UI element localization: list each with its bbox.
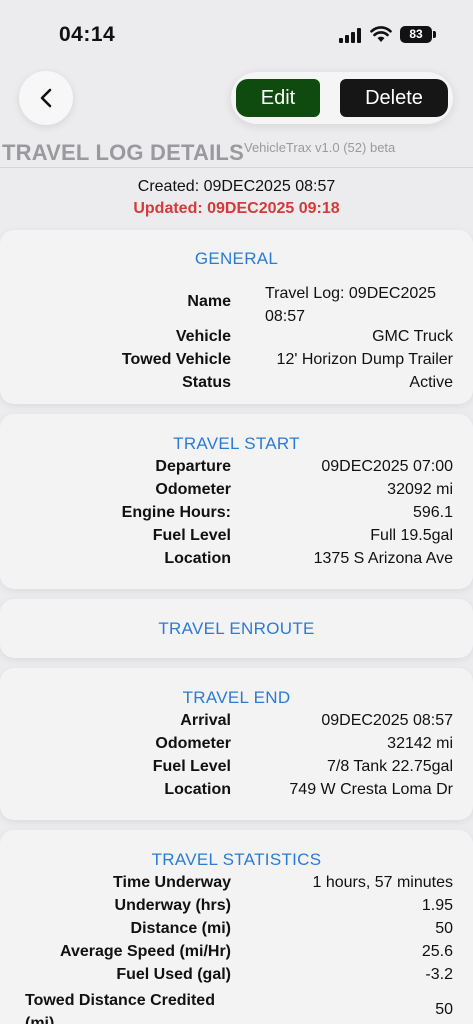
end-location-label: Location xyxy=(164,781,231,798)
average-speed-value: 25.6 xyxy=(421,943,453,960)
status-value: Active xyxy=(409,374,453,391)
travel-end-card: TRAVEL END Arrival 09DEC2025 08:57 Odome… xyxy=(0,668,473,820)
list-item: Arrival 09DEC2025 08:57 xyxy=(0,712,473,735)
travel-statistics-title: TRAVEL STATISTICS xyxy=(151,850,322,869)
chevron-left-icon xyxy=(40,88,52,108)
towed-vehicle-value: 12' Horizon Dump Trailer xyxy=(276,351,453,368)
time-underway-value: 1 hours, 57 minutes xyxy=(312,874,453,891)
edit-button[interactable]: Edit xyxy=(236,79,320,117)
arrival-label: Arrival xyxy=(180,712,231,729)
towed-vehicle-label: Towed Vehicle xyxy=(121,351,231,368)
list-item: Location 1375 S Arizona Ave xyxy=(0,550,473,573)
end-fuel-level-label: Fuel Level xyxy=(152,758,231,775)
end-odometer-label: Odometer xyxy=(155,735,231,752)
travel-enroute-title: TRAVEL ENROUTE xyxy=(158,619,315,638)
start-fuel-level-label: Fuel Level xyxy=(152,527,231,544)
list-item: Fuel Level 7/8 Tank 22.75gal xyxy=(0,758,473,781)
time-underway-label: Time Underway xyxy=(113,874,231,891)
average-speed-label: Average Speed (mi/Hr) xyxy=(59,943,231,960)
app-version: VehicleTrax v1.0 (52) beta xyxy=(244,140,396,155)
list-item: Odometer 32092 mi xyxy=(0,481,473,504)
travel-end-title: TRAVEL END xyxy=(182,688,291,707)
name-row: Name Travel Log: 09DEC2025 08:57 xyxy=(0,282,473,328)
underway-hours-label: Underway (hrs) xyxy=(114,897,231,914)
departure-value: 09DEC2025 07:00 xyxy=(321,458,453,475)
list-item: Engine Hours: 596.1 xyxy=(0,504,473,527)
delete-button[interactable]: Delete xyxy=(340,79,448,117)
list-item: Distance (mi) 50 xyxy=(0,920,473,943)
towed-distance-value: 50 xyxy=(435,1001,453,1018)
towed-distance-label: Towed Distance Credited (mi) xyxy=(25,992,215,1024)
cellular-signal-icon xyxy=(339,28,363,43)
engine-hours-label: Engine Hours: xyxy=(121,504,231,521)
end-location-value: 749 W Cresta Loma Dr xyxy=(289,781,453,798)
list-item: Underway (hrs) 1.95 xyxy=(0,897,473,920)
departure-label: Departure xyxy=(155,458,231,475)
distance-label: Distance (mi) xyxy=(130,920,231,937)
created-timestamp: Created: 09DEC2025 08:57 xyxy=(137,178,336,195)
list-item: Location 749 W Cresta Loma Dr xyxy=(0,781,473,804)
fuel-used-value: -3.2 xyxy=(425,966,453,983)
start-odometer-value: 32092 mi xyxy=(387,481,453,498)
list-item: Departure 09DEC2025 07:00 xyxy=(0,458,473,481)
back-button[interactable] xyxy=(19,71,73,125)
fuel-used-label: Fuel Used (gal) xyxy=(116,966,231,983)
end-fuel-level-value: 7/8 Tank 22.75gal xyxy=(326,758,453,775)
action-button-group: Edit Delete xyxy=(231,72,453,124)
list-item: Time Underway 1 hours, 57 minutes xyxy=(0,874,473,897)
travel-start-card: TRAVEL START Departure 09DEC2025 07:00 O… xyxy=(0,414,473,589)
vehicle-row: Vehicle GMC Truck xyxy=(0,328,473,351)
general-card: GENERAL Name Travel Log: 09DEC2025 08:57… xyxy=(0,230,473,404)
status-label: Status xyxy=(182,374,231,391)
header-divider xyxy=(0,167,473,168)
name-label: Name xyxy=(187,293,231,310)
towed-distance-row: Towed Distance Credited (mi) 50 xyxy=(0,989,473,1024)
status-bar: 04:14 83 xyxy=(0,0,473,70)
general-title: GENERAL xyxy=(194,249,279,268)
wifi-icon xyxy=(370,26,392,42)
underway-hours-value: 1.95 xyxy=(421,897,453,914)
vehicle-value: GMC Truck xyxy=(372,328,453,345)
status-time: 04:14 xyxy=(59,23,116,46)
travel-enroute-card[interactable]: TRAVEL ENROUTE xyxy=(0,599,473,658)
list-item: Average Speed (mi/Hr) 25.6 xyxy=(0,943,473,966)
name-value: Travel Log: 09DEC2025 08:57 xyxy=(265,285,437,325)
travel-statistics-card: TRAVEL STATISTICS Time Underway 1 hours,… xyxy=(0,830,473,1024)
distance-value: 50 xyxy=(435,920,453,937)
updated-timestamp: Updated: 09DEC2025 09:18 xyxy=(133,200,340,217)
battery-icon: 83 xyxy=(400,26,436,43)
start-fuel-level-value: Full 19.5gal xyxy=(370,527,453,544)
start-location-value: 1375 S Arizona Ave xyxy=(313,550,453,567)
list-item: Odometer 32142 mi xyxy=(0,735,473,758)
status-row: Status Active xyxy=(0,374,473,397)
page-title: TRAVEL LOG DETAILS xyxy=(2,140,244,165)
start-odometer-label: Odometer xyxy=(155,481,231,498)
start-location-label: Location xyxy=(164,550,231,567)
arrival-value: 09DEC2025 08:57 xyxy=(321,712,453,729)
vehicle-label: Vehicle xyxy=(175,328,231,345)
engine-hours-value: 596.1 xyxy=(412,504,453,521)
list-item: Fuel Level Full 19.5gal xyxy=(0,527,473,550)
travel-start-title: TRAVEL START xyxy=(173,434,300,453)
towed-vehicle-row: Towed Vehicle 12' Horizon Dump Trailer xyxy=(0,351,473,374)
list-item: Fuel Used (gal) -3.2 xyxy=(0,966,473,989)
end-odometer-value: 32142 mi xyxy=(387,735,453,752)
